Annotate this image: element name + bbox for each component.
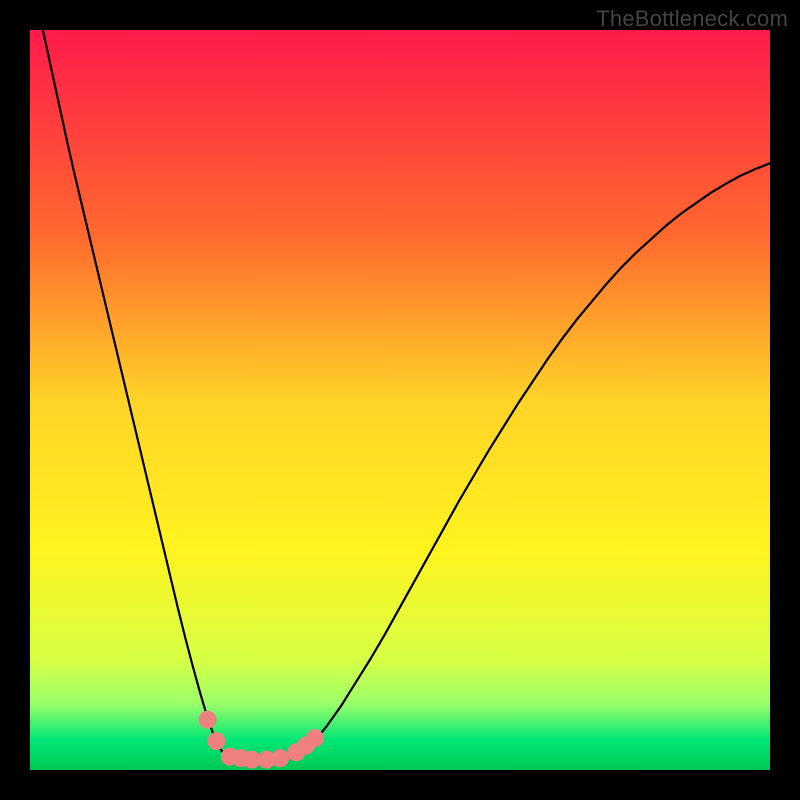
- curve-marker: [207, 732, 225, 750]
- chart-frame: TheBottleneck.com: [0, 0, 800, 800]
- curve-marker: [199, 711, 217, 729]
- curve-marker: [306, 729, 324, 747]
- bottleneck-chart: [30, 30, 770, 770]
- watermark-text: TheBottleneck.com: [596, 6, 788, 32]
- curve-marker: [271, 749, 289, 767]
- gradient-background: [30, 30, 770, 770]
